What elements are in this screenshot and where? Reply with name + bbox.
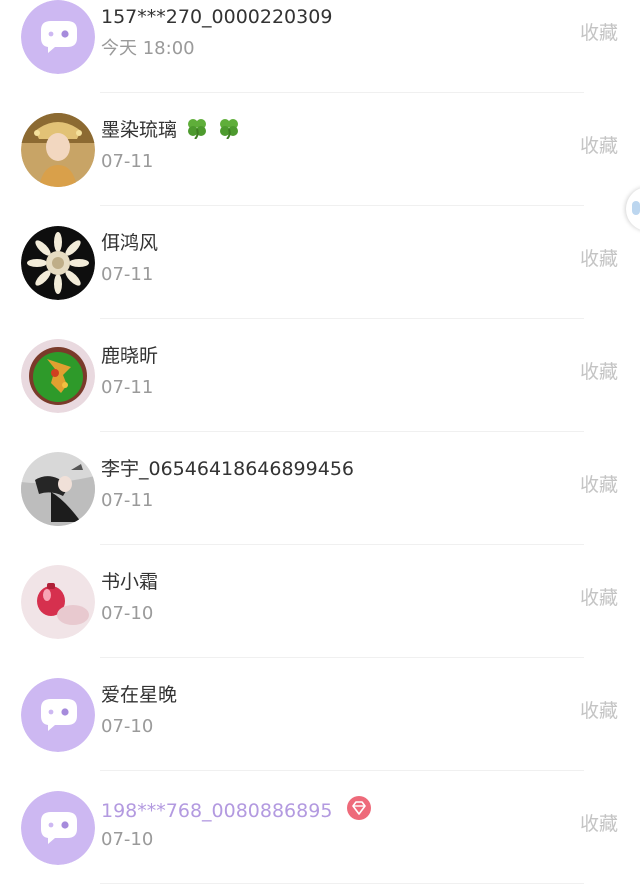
list-item[interactable]: 198***768_0080886895 07-10 收藏 [0, 771, 640, 884]
photo-avatar-costume [21, 113, 95, 187]
favorite-button[interactable]: 收藏 [580, 134, 618, 158]
user-name: 李宇_06546418646899456 [101, 458, 355, 480]
user-list: 157***270_0000220309 今天 18:00 收藏 墨染琉璃 07… [0, 0, 640, 884]
visit-date: 07-11 [101, 490, 154, 511]
user-name: 佴鸿风 [101, 232, 159, 254]
list-item[interactable]: 佴鸿风 07-11 收藏 [0, 206, 640, 319]
visit-date: 07-11 [101, 151, 154, 172]
avatar[interactable] [21, 226, 95, 300]
user-name-wrap: 198***768_0080886895 [101, 795, 372, 824]
favorite-button[interactable]: 收藏 [580, 21, 618, 45]
favorite-button[interactable]: 收藏 [580, 473, 618, 497]
vip-diamond-icon [347, 796, 372, 820]
photo-avatar-person-bw [21, 452, 95, 526]
side-tab-icon [632, 201, 640, 215]
divider [100, 883, 584, 884]
avatar[interactable] [21, 113, 95, 187]
user-name-wrap: 墨染琉璃 [101, 117, 241, 143]
avatar[interactable] [21, 452, 95, 526]
clover-icon [220, 119, 239, 139]
list-item[interactable]: 书小霜 07-10 收藏 [0, 545, 640, 658]
visit-date: 07-10 [101, 829, 154, 850]
user-name: 鹿晓昕 [101, 345, 159, 367]
favorite-button[interactable]: 收藏 [580, 360, 618, 384]
user-name: 爱在星晚 [101, 684, 178, 706]
user-name: 198***768_0080886895 [101, 800, 333, 822]
avatar[interactable] [21, 791, 95, 865]
visit-date: 07-10 [101, 603, 154, 624]
user-name: 墨染琉璃 [101, 119, 178, 141]
list-item[interactable]: 李宇_06546418646899456 07-11 收藏 [0, 432, 640, 545]
favorite-button[interactable]: 收藏 [580, 812, 618, 836]
avatar[interactable] [21, 678, 95, 752]
favorite-button[interactable]: 收藏 [580, 247, 618, 271]
list-item[interactable]: 墨染琉璃 07-11 收藏 [0, 93, 640, 206]
photo-avatar-pink-drop [21, 565, 95, 639]
favorite-button[interactable]: 收藏 [580, 586, 618, 610]
visit-date: 07-11 [101, 377, 154, 398]
list-item[interactable]: 鹿晓昕 07-11 收藏 [0, 319, 640, 432]
avatar[interactable] [21, 339, 95, 413]
list-item[interactable]: 157***270_0000220309 今天 18:00 收藏 [0, 0, 640, 93]
visit-date: 07-11 [101, 264, 154, 285]
default-chat-avatar-icon [21, 678, 95, 752]
clover-icon [188, 119, 207, 139]
user-name: 书小霜 [101, 571, 159, 593]
visit-date: 07-10 [101, 716, 154, 737]
default-chat-avatar-icon [21, 791, 95, 865]
photo-avatar-deer-art [21, 339, 95, 413]
list-item[interactable]: 爱在星晚 07-10 收藏 [0, 658, 640, 771]
favorite-button[interactable]: 收藏 [580, 699, 618, 723]
user-name: 157***270_0000220309 [101, 6, 333, 28]
photo-avatar-flower-pattern [21, 226, 95, 300]
visit-date: 今天 18:00 [101, 38, 195, 59]
default-chat-avatar-icon [21, 0, 95, 74]
avatar[interactable] [21, 565, 95, 639]
avatar[interactable] [21, 0, 95, 74]
